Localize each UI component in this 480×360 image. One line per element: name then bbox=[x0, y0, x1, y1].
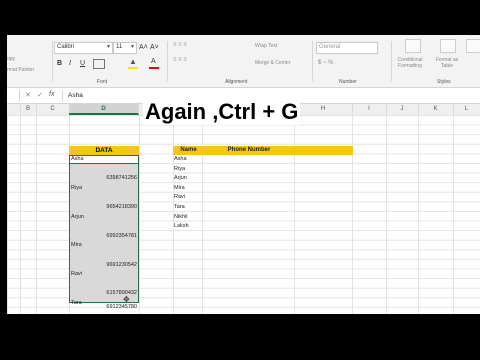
name-cell[interactable]: Laksh bbox=[173, 222, 203, 231]
column-header-c[interactable]: C bbox=[36, 104, 70, 115]
column-header-k[interactable]: K bbox=[418, 104, 454, 115]
name-cell[interactable]: Riya bbox=[173, 165, 203, 174]
name-cell[interactable]: Asha bbox=[173, 155, 203, 164]
number-format-value: General bbox=[319, 44, 341, 50]
data-cell[interactable] bbox=[69, 165, 139, 174]
name-cell[interactable]: Tara bbox=[173, 203, 203, 212]
column-header-l[interactable]: L bbox=[453, 104, 480, 115]
gridline bbox=[20, 115, 21, 314]
font-size-value: 11 bbox=[116, 44, 123, 50]
borders-icon[interactable] bbox=[93, 59, 105, 69]
font-size-dropdown[interactable]: 11 ▾ bbox=[113, 42, 137, 54]
gridline bbox=[453, 115, 454, 314]
column-header-j[interactable]: J bbox=[386, 104, 419, 115]
gridline bbox=[418, 115, 419, 314]
name-cell[interactable]: Nikhil bbox=[173, 213, 203, 222]
separator bbox=[391, 41, 392, 81]
column-header-d[interactable]: D bbox=[69, 104, 139, 115]
column-header-b[interactable]: B bbox=[20, 104, 37, 115]
gridline bbox=[139, 115, 140, 314]
separator bbox=[62, 90, 63, 102]
font-group-label: Font bbox=[97, 79, 108, 85]
data-cell[interactable]: Arjun bbox=[69, 213, 139, 222]
chevron-down-icon: ▾ bbox=[130, 44, 134, 50]
enter-icon[interactable]: ✓ bbox=[37, 91, 43, 99]
data-cell[interactable]: 6398741256 bbox=[69, 174, 139, 183]
data-cell[interactable]: Asha bbox=[69, 155, 139, 164]
font-name-dropdown[interactable]: Calibri ▾ bbox=[54, 42, 113, 54]
data-cell[interactable] bbox=[69, 222, 139, 231]
data-cell[interactable]: Riya bbox=[69, 184, 139, 193]
grow-font-button[interactable]: A˄ bbox=[139, 43, 148, 52]
data-cell[interactable]: Ravi bbox=[69, 270, 139, 279]
name-cell[interactable]: Arjun bbox=[173, 174, 203, 183]
cancel-icon[interactable]: ✕ bbox=[25, 91, 31, 99]
number-format-dropdown[interactable]: General bbox=[316, 42, 378, 54]
separator bbox=[167, 41, 168, 81]
cursor-icon: ✥ bbox=[123, 295, 130, 304]
wrap-text-button[interactable]: Wrap Text bbox=[255, 43, 277, 49]
font-color-bar bbox=[149, 67, 159, 69]
name-cell[interactable]: Ravi bbox=[173, 193, 203, 202]
format-as-table-button[interactable]: Format as Table bbox=[431, 57, 463, 69]
format-as-table-icon[interactable] bbox=[440, 39, 456, 53]
cell-styles-icon[interactable] bbox=[466, 39, 480, 53]
data-cell[interactable]: Mira bbox=[69, 241, 139, 250]
data-cell[interactable] bbox=[69, 193, 139, 202]
copy-button[interactable]: opy bbox=[7, 56, 15, 62]
data-header-cell[interactable]: DATA bbox=[69, 146, 139, 155]
styles-group-label: Styles bbox=[437, 79, 451, 85]
name-header[interactable]: Name bbox=[173, 146, 203, 155]
excel-window: opy rmat Painter Calibri ▾ 11 ▾ A˄ A˅ B … bbox=[7, 35, 480, 314]
formula-input[interactable]: Asha bbox=[68, 92, 83, 99]
shrink-font-button[interactable]: A˅ bbox=[150, 43, 159, 52]
format-painter-button[interactable]: rmat Painter bbox=[7, 67, 34, 73]
conditional-formatting-button[interactable]: Conditional Formatting bbox=[393, 57, 427, 69]
fx-icon[interactable]: fx bbox=[49, 91, 54, 98]
name-cell[interactable]: Mira bbox=[173, 184, 203, 193]
fill-color-icon[interactable]: ▲ bbox=[129, 57, 137, 66]
column-header-h[interactable]: H bbox=[294, 104, 353, 115]
align-left-icon[interactable]: ≡ ≡ ≡ bbox=[173, 57, 187, 63]
alignment-group-label: Alignment bbox=[225, 79, 248, 85]
data-cell[interactable] bbox=[69, 280, 139, 289]
font-name-value: Calibri bbox=[57, 44, 75, 50]
data-cell[interactable] bbox=[69, 251, 139, 260]
separator bbox=[312, 41, 313, 81]
conditional-formatting-icon[interactable] bbox=[405, 39, 421, 53]
overlay-title: Again ,Ctrl + G bbox=[143, 99, 301, 125]
separator bbox=[52, 41, 53, 81]
number-group-label: Number bbox=[339, 79, 357, 85]
font-color-button[interactable]: A bbox=[151, 57, 156, 66]
data-cell[interactable]: 6992354781 bbox=[69, 232, 139, 241]
merge-center-button[interactable]: Merge & Center bbox=[255, 60, 290, 66]
data-cell[interactable]: 9691230542 bbox=[69, 261, 139, 270]
gridline bbox=[386, 115, 387, 314]
ribbon: opy rmat Painter Calibri ▾ 11 ▾ A˄ A˅ B … bbox=[7, 35, 480, 88]
italic-button[interactable]: I bbox=[69, 59, 71, 68]
data-cell[interactable]: 9654218390 bbox=[69, 203, 139, 212]
name-box[interactable] bbox=[7, 90, 20, 101]
column-header-i[interactable]: I bbox=[352, 104, 387, 115]
bold-button[interactable]: B bbox=[57, 59, 62, 68]
phone-number-header[interactable]: Phone Number bbox=[202, 146, 295, 155]
fill-color-bar bbox=[128, 67, 138, 69]
overflow-cell[interactable]: 6912345780 bbox=[69, 303, 139, 312]
gridline bbox=[294, 115, 295, 314]
underline-button[interactable]: U bbox=[80, 59, 85, 68]
currency-format-button[interactable]: $ ~ % , bbox=[318, 60, 337, 66]
gridline bbox=[36, 115, 37, 314]
align-top-icon[interactable]: ≡ ≡ ≡ bbox=[173, 42, 187, 48]
select-all-corner[interactable] bbox=[7, 104, 21, 115]
chevron-down-icon: ▾ bbox=[106, 44, 110, 50]
gridline bbox=[352, 115, 353, 314]
